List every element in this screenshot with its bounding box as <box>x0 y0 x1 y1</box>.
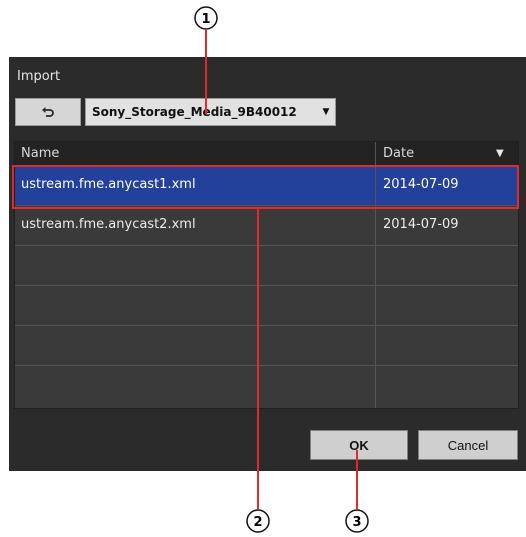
callout-number-2: 2 <box>253 515 262 530</box>
callout-overlay: 1 2 3 <box>194 6 369 533</box>
callout-number-3: 3 <box>352 515 361 530</box>
callout-number-1: 1 <box>201 12 210 27</box>
